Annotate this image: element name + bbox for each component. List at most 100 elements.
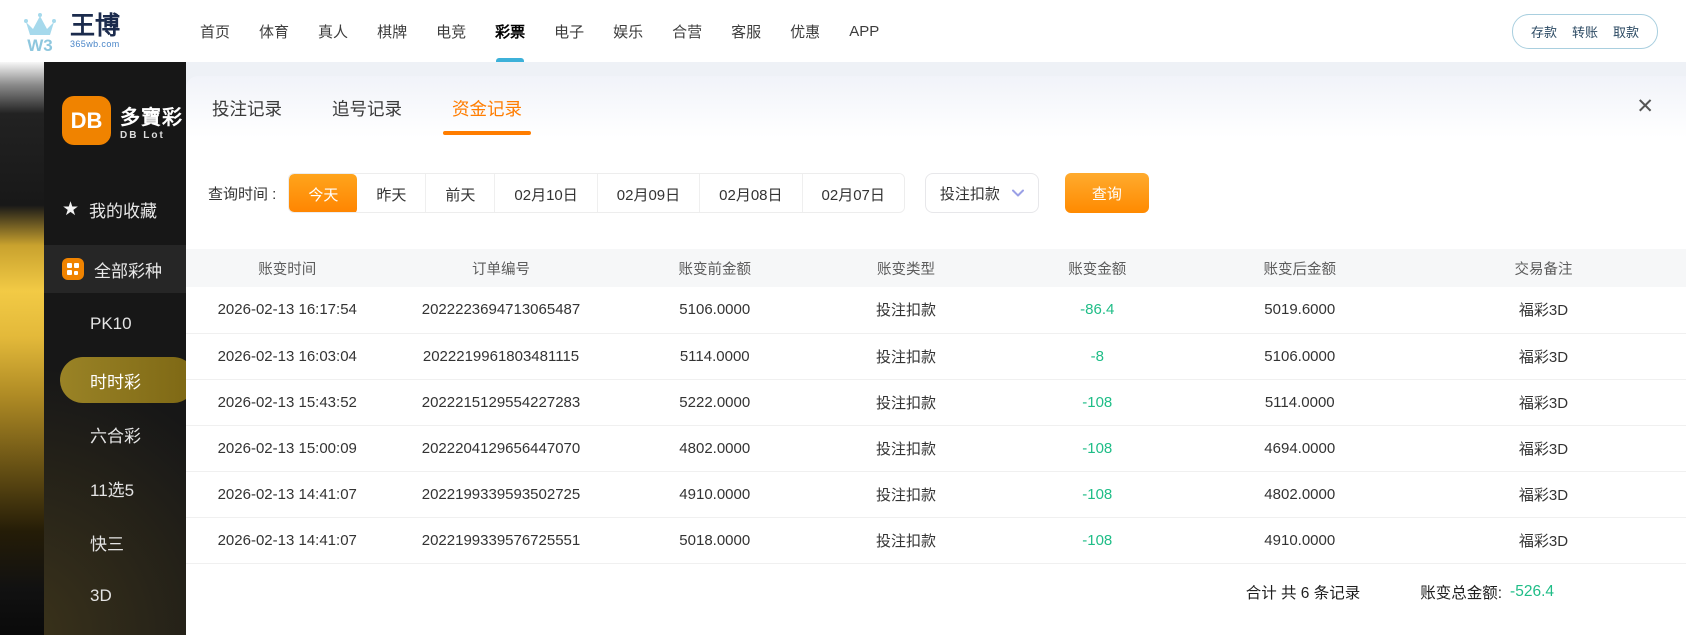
date-option-button[interactable]: 02月07日 <box>801 174 904 212</box>
cell-change-time: 2026-02-13 14:41:07 <box>186 517 389 564</box>
brand-name: 王博 <box>70 11 121 40</box>
dropdown-selected-value: 投注扣款 <box>939 185 1000 203</box>
tab-bet-records[interactable]: 投注记录 <box>210 88 284 135</box>
sidebar-item-favorites[interactable]: ★ 我的收藏 <box>44 187 186 231</box>
wallet-actions-pill: 存款 转账 取款 <box>1511 13 1658 49</box>
summary-footer: 合计 共 6 条记录 账变总金额: -526.4 <box>186 564 1686 603</box>
db-lottery-logo[interactable]: DB 多寶彩 DB Lot <box>62 96 186 145</box>
table-row: 2026-02-13 16:17:54 2022223694713065487 … <box>186 287 1686 334</box>
nav-item[interactable]: 首页 <box>198 0 232 62</box>
cell-amount-before: 5106.0000 <box>613 287 816 334</box>
cell-change-type: 投注扣款 <box>816 425 996 472</box>
nav-item[interactable]: APP <box>847 0 881 62</box>
column-header: 订单编号 <box>388 249 614 287</box>
change-type-dropdown[interactable]: 投注扣款 <box>924 173 1039 213</box>
chevron-down-icon <box>1011 189 1024 197</box>
sidebar-item-3d[interactable]: 3D <box>44 573 186 619</box>
total-records-label: 合计 共 6 条记录 <box>1245 584 1361 602</box>
nav-item[interactable]: 彩票 <box>493 0 527 62</box>
total-amount-label: 账变总金额: <box>1420 584 1503 602</box>
sidebar-item-kuaisan[interactable]: 快三 <box>44 519 186 565</box>
date-filter-group: 今天 昨天 前天 02月10日 02月09日 02月08日 02月07日 <box>288 173 905 213</box>
cell-change-time: 2026-02-13 15:00:09 <box>186 425 389 472</box>
cell-amount-before: 4802.0000 <box>613 425 816 472</box>
svg-text:W3: W3 <box>27 36 53 54</box>
nav-item[interactable]: 电竞 <box>434 0 468 62</box>
table-row: 2026-02-13 14:41:07 2022199339593502725 … <box>186 471 1686 518</box>
logo-text: 王博 365wb.com <box>70 11 121 50</box>
cell-amount-before: 5018.0000 <box>613 517 816 564</box>
cell-change-type: 投注扣款 <box>816 287 996 334</box>
nav-item[interactable]: 娱乐 <box>611 0 645 62</box>
cell-remark: 福彩3D <box>1401 425 1686 472</box>
nav-item[interactable]: 合营 <box>670 0 704 62</box>
withdraw-button[interactable]: 取款 <box>1613 22 1639 41</box>
date-option-button[interactable]: 前天 <box>425 174 495 212</box>
date-option-button[interactable]: 02月09日 <box>596 174 700 212</box>
cell-remark: 福彩3D <box>1401 517 1686 564</box>
cell-change-time: 2026-02-13 16:17:54 <box>186 287 389 334</box>
cell-amount-before: 5222.0000 <box>613 379 816 426</box>
total-amount-value: -526.4 <box>1510 582 1554 600</box>
cell-change-amount: -108 <box>996 517 1199 564</box>
cell-remark: 福彩3D <box>1401 379 1686 426</box>
column-header: 账变前金额 <box>613 249 816 287</box>
cell-change-time: 2026-02-13 16:03:04 <box>186 333 389 380</box>
sidebar-item-11xuan5[interactable]: 11选5 <box>44 465 186 511</box>
column-header: 账变时间 <box>186 249 389 287</box>
column-header: 账变类型 <box>816 249 996 287</box>
sidebar-item-liuhecai[interactable]: 六合彩 <box>44 411 186 457</box>
cell-change-type: 投注扣款 <box>816 379 996 426</box>
cell-change-time: 2026-02-13 14:41:07 <box>186 471 389 518</box>
cell-amount-after: 5019.6000 <box>1198 287 1401 334</box>
tab-fund-records[interactable]: 资金记录 <box>450 88 524 135</box>
lottery-sidebar: DB 多寶彩 DB Lot ★ 我的收藏 全部彩种 PK10 时时彩 六合彩 1… <box>44 62 196 635</box>
cell-change-type: 投注扣款 <box>816 333 996 380</box>
background-art <box>0 62 44 635</box>
date-option-button[interactable]: 昨天 <box>357 174 426 212</box>
site-logo[interactable]: W3 王博 365wb.com <box>18 8 120 54</box>
tab-chase-records[interactable]: 追号记录 <box>330 88 404 135</box>
query-button[interactable]: 查询 <box>1064 173 1149 213</box>
sidebar-item-pk10[interactable]: PK10 <box>44 301 186 347</box>
cell-amount-after: 4910.0000 <box>1198 517 1401 564</box>
cell-order-number: 2022204129656447070 <box>388 425 614 472</box>
sidebar-item-all-lotteries[interactable]: 全部彩种 <box>44 245 186 293</box>
cell-remark: 福彩3D <box>1401 333 1686 380</box>
nav-item[interactable]: 客服 <box>729 0 763 62</box>
cell-change-type: 投注扣款 <box>816 471 996 518</box>
nav-item[interactable]: 真人 <box>316 0 350 62</box>
sidebar-item-label: 我的收藏 <box>89 201 158 221</box>
table-row: 2026-02-13 15:43:52 2022215129554227283 … <box>186 379 1686 426</box>
cell-change-amount: -108 <box>996 471 1199 518</box>
cell-remark: 福彩3D <box>1401 471 1686 518</box>
fund-records-table: 账变时间 订单编号 账变前金额 账变类型 账变金额 账变后金额 交易备注 2026-02-1… <box>186 249 1686 564</box>
star-icon: ★ <box>62 198 80 220</box>
cell-amount-after: 4802.0000 <box>1198 471 1401 518</box>
deposit-button[interactable]: 存款 <box>1531 22 1557 41</box>
nav-item[interactable]: 优惠 <box>788 0 822 62</box>
nav-item[interactable]: 体育 <box>257 0 291 62</box>
transfer-button[interactable]: 转账 <box>1572 22 1598 41</box>
cell-amount-after: 4694.0000 <box>1198 425 1401 472</box>
record-tabs: 投注记录 追号记录 资金记录 ✕ <box>186 76 1686 135</box>
column-header: 交易备注 <box>1401 249 1686 287</box>
cell-amount-after: 5106.0000 <box>1198 333 1401 380</box>
db-logo-text: 多寶彩 DB Lot <box>120 106 183 141</box>
cell-change-type: 投注扣款 <box>816 517 996 564</box>
table-row: 2026-02-13 14:41:07 2022199339576725551 … <box>186 517 1686 564</box>
cell-change-amount: -108 <box>996 379 1199 426</box>
column-header: 账变金额 <box>996 249 1199 287</box>
nav-item[interactable]: 电子 <box>552 0 586 62</box>
crown-w3-logo-icon: W3 <box>18 8 62 54</box>
date-option-button[interactable]: 02月10日 <box>494 174 597 212</box>
app-root: W3 王博 365wb.com 首页 体育 真人 棋牌 电竞 彩票 电子 娱乐 … <box>0 0 1686 635</box>
date-option-button[interactable]: 02月08日 <box>699 174 802 212</box>
date-option-button[interactable]: 今天 <box>289 174 358 212</box>
cell-amount-before: 4910.0000 <box>613 471 816 518</box>
nav-item[interactable]: 棋牌 <box>375 0 409 62</box>
sidebar-item-shishicai[interactable]: 时时彩 <box>60 357 196 403</box>
cell-change-amount: -86.4 <box>996 287 1199 334</box>
cell-remark: 福彩3D <box>1401 287 1686 334</box>
close-icon[interactable]: ✕ <box>1636 96 1654 117</box>
